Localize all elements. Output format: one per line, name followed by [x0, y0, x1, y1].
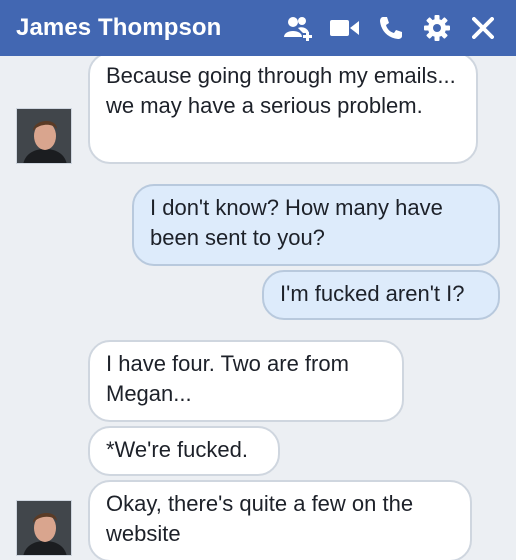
avatar[interactable]	[16, 500, 72, 556]
contact-name[interactable]: James Thompson	[16, 14, 276, 42]
video-call-icon[interactable]	[322, 8, 368, 48]
message-thread[interactable]: Because going through my emails... we ma…	[0, 56, 516, 560]
message-text: *We're fucked.	[106, 437, 248, 462]
message-text: Because going through my emails... we ma…	[106, 63, 456, 118]
message-bubble[interactable]: I have four. Two are from Megan...	[88, 340, 404, 422]
message-text: I have four. Two are from Megan...	[106, 351, 349, 406]
chat-header: James Thompson	[0, 0, 516, 56]
header-actions	[276, 8, 506, 48]
message-bubble[interactable]: Because going through my emails... we ma…	[88, 56, 478, 164]
message-bubble[interactable]: *We're fucked.	[88, 426, 280, 476]
add-friend-icon[interactable]	[276, 8, 322, 48]
gear-icon[interactable]	[414, 8, 460, 48]
message-bubble[interactable]: I'm fucked aren't I?	[262, 270, 500, 320]
message-bubble[interactable]: Okay, there's quite a few on the website	[88, 480, 472, 560]
message-bubble[interactable]: I don't know? How many have been sent to…	[132, 184, 500, 266]
message-text: I don't know? How many have been sent to…	[150, 195, 443, 250]
close-icon[interactable]	[460, 8, 506, 48]
avatar[interactable]	[16, 108, 72, 164]
message-text: I'm fucked aren't I?	[280, 281, 465, 306]
phone-call-icon[interactable]	[368, 8, 414, 48]
message-text: Okay, there's quite a few on the website	[106, 491, 414, 546]
